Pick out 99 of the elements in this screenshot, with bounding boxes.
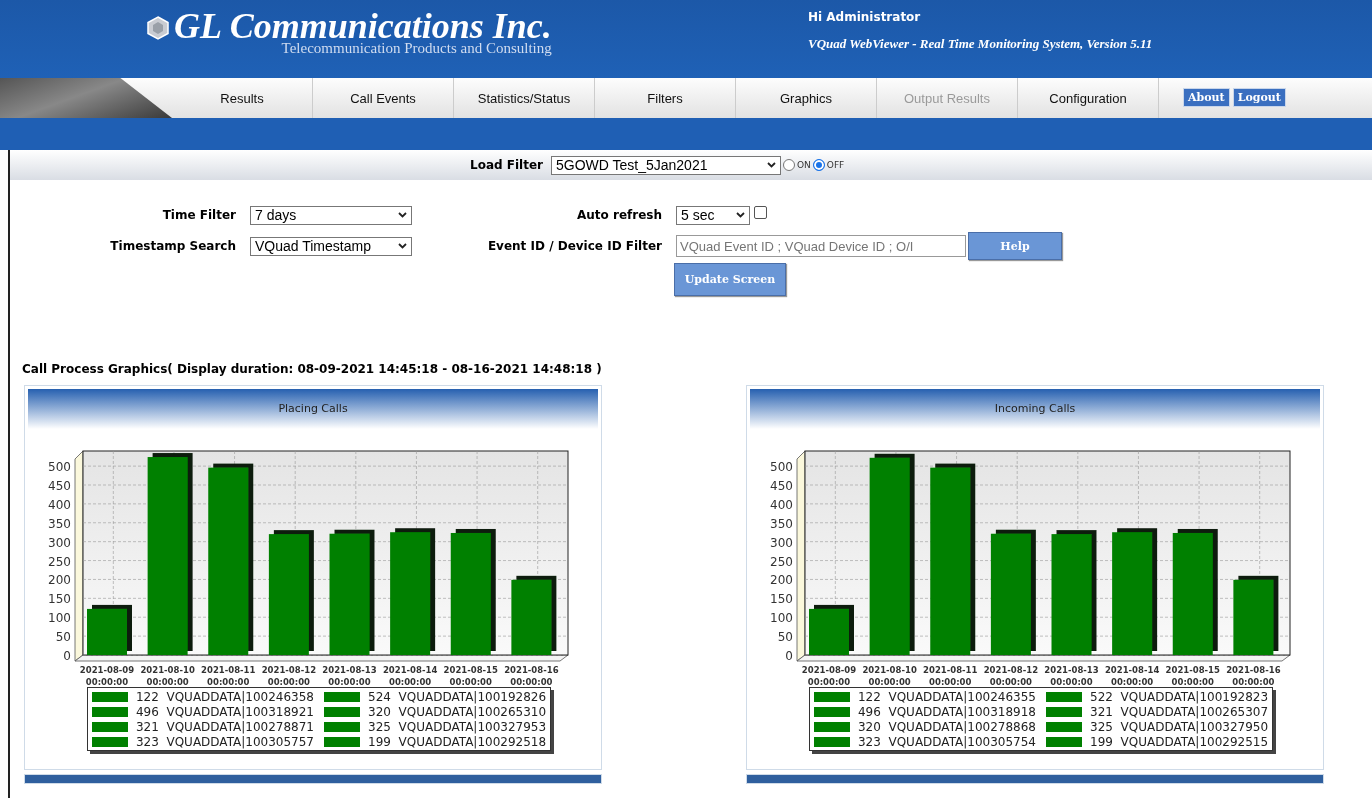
legend-swatch [1046,691,1082,702]
legend-swatch [324,691,360,702]
legend-label: 122 VQUADDATA|100246355 [857,689,1036,704]
legend-label: 323 VQUADDATA|100305757 [135,734,314,749]
chart-title: Incoming Calls [750,389,1320,429]
legend-label: 321 VQUADDATA|100278871 [135,719,314,734]
radio-label: OFF [826,160,845,170]
x-tick-label: 2021-08-11 00:00:00 [923,665,978,685]
y-tick-label: 300 [48,535,71,550]
chevron-down-icon [767,162,776,168]
x-tick-label: 2021-08-15 00:00:00 [1165,665,1220,685]
x-tick-label: 2021-08-16 00:00:00 [1226,665,1281,685]
y-tick-label: 200 [48,573,71,588]
legend-label: 522 VQUADDATA|100192823 [1090,689,1269,704]
legend-swatch [813,706,850,717]
legend-swatch [1046,721,1082,732]
x-tick-label: 2021-08-09 00:00:00 [79,665,135,685]
bar [87,608,127,655]
y-tick-label: 300 [770,535,793,550]
legend-label: 199 VQUADDATA|100292518 [368,734,547,749]
legend-label: 325 VQUADDATA|100327950 [1090,719,1269,734]
legend-swatch [1046,736,1082,747]
x-tick-label: 2021-08-12 00:00:00 [983,665,1039,685]
legend-label: 496 VQUADDATA|100318921 [135,704,314,719]
legend-label: 320 VQUADDATA|100265310 [368,704,547,719]
y-tick-label: 500 [770,460,793,475]
legend-swatch [324,721,360,732]
y-tick-label: 450 [770,479,793,493]
radio-label: ON [797,160,811,170]
x-tick-label: 2021-08-15 00:00:00 [443,665,498,685]
id-filter-label: Event ID / Device ID Filter [486,239,662,253]
auto-refresh-select[interactable]: 5 sec [676,205,750,225]
hexagon-logo-icon [146,16,170,40]
x-tick-label: 2021-08-14 00:00:00 [1104,665,1160,685]
legend-label: 323 VQUADDATA|100305754 [857,734,1036,749]
time-filter-select[interactable]: 7 days [250,205,412,225]
legend-swatch [1046,706,1082,717]
greeting-text: Hi Administrator [808,10,922,24]
chevron-down-icon [398,243,407,249]
y-tick-label: 0 [63,649,71,663]
y-tick-label: 250 [770,554,793,569]
y-tick-label: 350 [770,516,793,531]
legend-label: 320 VQUADDATA|100278868 [857,719,1036,734]
id-filter-field[interactable]: VQuad Event ID ; VQuad Device ID ; O/I [676,235,966,257]
y-tick-label: 200 [770,573,793,588]
nav-button[interactable]: About [1183,88,1230,107]
legend-label: 496 VQUADDATA|100318918 [857,704,1036,719]
y-tick-label: 0 [785,649,793,663]
y-tick-label: 50 [777,630,793,645]
legend-label: 122 VQUADDATA|100246358 [135,689,314,704]
x-tick-label: 2021-08-12 00:00:00 [261,665,317,685]
legend-swatch [813,736,850,747]
load-filter-label: Load Filter [470,158,543,172]
y-tick-label: 100 [770,611,793,626]
legend-label: 524 VQUADDATA|100192826 [368,689,547,704]
y-tick-label: 400 [48,497,71,512]
product-title: VQuad WebViewer - Real Time Monitoring System, Version 5.11 [808,36,1153,52]
chevron-down-icon [736,212,745,218]
time-filter-label: Time Filter [161,208,236,222]
load-filter-select[interactable]: 5GOWD Test_5Jan2021 [551,155,781,175]
x-tick-label: 2021-08-10 00:00:00 [140,665,195,685]
legend-label: 321 VQUADDATA|100265307 [1090,704,1269,719]
radio-button[interactable] [812,159,825,171]
legend-label: 199 VQUADDATA|100292515 [1090,734,1269,749]
timestamp-search-label: Timestamp Search [109,239,236,253]
x-tick-label: 2021-08-11 00:00:00 [201,665,256,685]
bar [809,608,849,655]
x-tick-label: 2021-08-09 00:00:00 [801,665,857,685]
y-tick-label: 150 [770,592,793,607]
x-tick-label: 2021-08-10 00:00:00 [862,665,917,685]
x-tick-label: 2021-08-16 00:00:00 [504,665,559,685]
y-tick-label: 50 [55,630,71,645]
y-tick-label: 250 [48,554,71,569]
y-tick-label: 100 [48,611,71,626]
y-tick-label: 450 [48,479,71,493]
y-tick-label: 500 [48,460,71,475]
x-tick-label: 2021-08-14 00:00:00 [382,665,438,685]
y-tick-label: 400 [770,497,793,512]
y-tick-label: 150 [48,592,71,607]
nav-button[interactable]: Logout [1232,88,1286,107]
legend-swatch [813,721,850,732]
x-tick-label: 2021-08-13 00:00:00 [322,665,377,685]
legend-swatch [91,691,128,702]
chart-title: Placing Calls [28,389,598,429]
legend-swatch [324,736,360,747]
timestamp-search-select[interactable]: VQuad Timestamp [250,236,412,256]
y-tick-label: 350 [48,516,71,531]
legend-swatch [324,706,360,717]
graphics-caption: Call Process Graphics( Display duration: 08-09-2021 14:45:18 - 08-16-2021 14:48:18 ) [22,362,603,376]
x-tick-label: 2021-08-13 00:00:00 [1044,665,1099,685]
legend-swatch [813,691,850,702]
chevron-down-icon [398,212,407,218]
legend-swatch [91,721,128,732]
auto-refresh-checkbox[interactable] [754,205,767,219]
auto-refresh-label: Auto refresh [576,208,662,222]
legend-swatch [91,706,128,717]
radio-button[interactable] [783,159,795,171]
legend-swatch [91,736,128,747]
legend-label: 325 VQUADDATA|100327953 [368,719,547,734]
